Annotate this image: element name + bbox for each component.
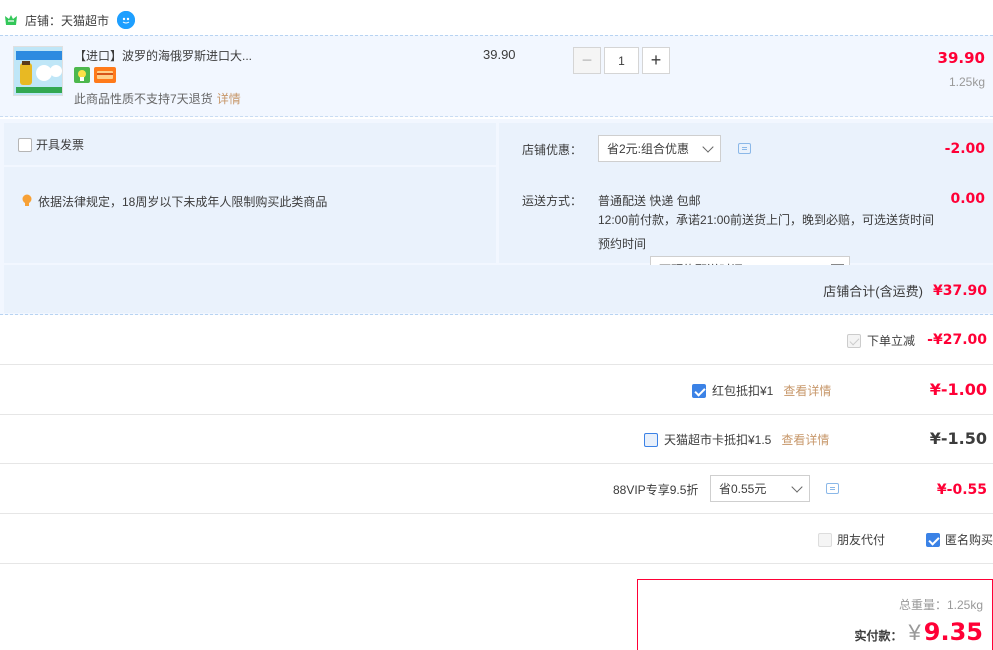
payment-options-row: 朋友代付 匿名购买 xyxy=(0,515,993,564)
vip-discount-chat-icon[interactable] xyxy=(826,483,839,494)
shop-icon xyxy=(4,14,18,26)
return-policy-text: 此商品性质不支持7天退货 xyxy=(74,92,213,106)
shop-name-link[interactable]: 天猫超市 xyxy=(61,14,109,28)
product-thumbnail[interactable] xyxy=(13,46,63,96)
legal-notice: 依据法律规定，18周岁以下未成年人限制购买此类商品 xyxy=(22,193,327,210)
import-badge-icon xyxy=(74,67,90,83)
shop-total-cell: 店铺合计(含运费) ¥37.90 xyxy=(4,265,993,313)
wangwang-chat-icon[interactable] xyxy=(117,11,136,29)
anonymous-label: 匿名购买 xyxy=(945,533,993,547)
invoice-label: 开具发票 xyxy=(36,138,85,152)
actual-payment: 实付款： ¥ 9.35 xyxy=(855,618,983,646)
tmall-card-detail-link[interactable]: 查看详情 xyxy=(781,431,829,448)
quantity-decrease-button[interactable]: − xyxy=(573,47,601,74)
item-weight: 1.25kg xyxy=(948,75,985,89)
currency-symbol: ¥ xyxy=(908,620,921,645)
chevron-down-icon xyxy=(702,141,714,153)
shop-discount-label: 店铺优惠： xyxy=(522,143,583,157)
total-weight-label: 总重量： xyxy=(898,598,947,612)
card-badge-icon xyxy=(94,67,116,83)
shop-header: 店铺：天猫超市 xyxy=(0,8,136,32)
vip-discount-amount: ¥-0.55 xyxy=(936,482,987,498)
shipping-promise: 12:00前付款，承诺21:00前送货上门，晚到必赔，可选送货时间 xyxy=(598,213,935,227)
quantity-increase-button[interactable]: + xyxy=(642,47,670,74)
invoice-cell: 开具发票 xyxy=(4,123,496,165)
total-weight: 总重量：1.25kg xyxy=(899,596,983,613)
red-packet-amount: ¥-1.00 xyxy=(929,380,987,399)
quantity-stepper: − 1 + xyxy=(573,47,670,74)
vip-discount-row: 88VIP专享9.5折 省0.55元 ¥-0.55 xyxy=(0,465,993,514)
instant-discount-checkbox xyxy=(846,333,861,348)
legal-notice-text: 依据法律规定，18周岁以下未成年人限制购买此类商品 xyxy=(38,195,328,209)
friend-pay-checkbox[interactable] xyxy=(818,532,832,547)
vip-discount-label: 88VIP专享9.5折 xyxy=(613,483,699,497)
actual-payment-label: 实付款： xyxy=(854,629,903,643)
shop-total-label: 店铺合计(含运费) xyxy=(823,284,923,299)
instant-discount-row: 下单立减 -¥27.00 xyxy=(0,316,993,365)
lightbulb-icon xyxy=(22,194,32,210)
shop-discount-selected: 省2元:组合优惠 xyxy=(607,142,690,156)
invoice-option[interactable]: 开具发票 xyxy=(18,136,84,153)
tmall-card-row: 天猫超市卡抵扣¥1.5 查看详情 ¥-1.50 xyxy=(0,415,993,464)
shop-label: 店铺： xyxy=(25,13,62,28)
red-packet-row: 红包抵扣¥1 查看详情 ¥-1.00 xyxy=(0,366,993,415)
return-policy-note: 此商品性质不支持7天退货 详情 xyxy=(74,90,241,107)
chevron-down-icon xyxy=(791,481,803,493)
actual-payment-amount: 9.35 xyxy=(923,618,983,646)
return-policy-detail-link[interactable]: 详情 xyxy=(217,92,241,106)
legal-notice-cell: 依据法律规定，18周岁以下未成年人限制购买此类商品 xyxy=(4,167,496,263)
invoice-checkbox[interactable] xyxy=(18,137,32,152)
vip-discount-select[interactable]: 省0.55元 xyxy=(710,475,810,502)
product-title[interactable]: 【进口】波罗的海俄罗斯进口大... xyxy=(74,47,252,64)
red-packet-label: 红包抵扣¥1 xyxy=(712,384,774,398)
cart-item-row: 【进口】波罗的海俄罗斯进口大... 此商品性质不支持7天退货 详情 39.90 −… xyxy=(0,35,993,117)
quantity-input[interactable]: 1 xyxy=(604,47,639,74)
red-packet-detail-link[interactable]: 查看详情 xyxy=(783,382,831,399)
shop-total-amount: ¥37.90 xyxy=(932,282,987,299)
payment-summary-box: 总重量：1.25kg 实付款： ¥ 9.35 xyxy=(637,579,993,650)
total-weight-value: 1.25kg xyxy=(946,598,983,612)
tmall-card-label: 天猫超市卡抵扣¥1.5 xyxy=(664,433,772,447)
shop-discount-chat-icon[interactable] xyxy=(738,143,751,154)
shipping-label: 运送方式： xyxy=(522,194,583,208)
order-options-panel: 开具发票 依据法律规定，18周岁以下未成年人限制购买此类商品 店铺优惠： 省2元… xyxy=(0,119,993,315)
friend-pay-label: 朋友代付 xyxy=(837,533,886,547)
tmall-card-amount: ¥-1.50 xyxy=(929,429,987,448)
delivery-time-label: 预约时间 xyxy=(598,237,647,251)
order-confirm-page: 店铺：天猫超市 【进口】波罗的海俄罗斯进口大... 此商品性质不支持7天退货 详… xyxy=(0,0,993,650)
vip-discount-selected: 省0.55元 xyxy=(719,482,767,496)
shipping-method: 普通配送 快递 包邮 xyxy=(598,194,701,208)
shop-discount-amount: -2.00 xyxy=(944,141,985,157)
instant-discount-amount: -¥27.00 xyxy=(927,332,987,348)
shop-total: 店铺合计(含运费) ¥37.90 xyxy=(823,281,987,300)
shop-discount-shipping-cell: 店铺优惠： 省2元:组合优惠 -2.00 运送方式： 普通配送 快递 包邮 12… xyxy=(499,123,993,283)
shop-discount-select[interactable]: 省2元:组合优惠 xyxy=(598,135,721,162)
unit-price: 39.90 xyxy=(483,47,516,62)
anonymous-checkbox[interactable] xyxy=(926,532,940,547)
red-packet-checkbox[interactable] xyxy=(692,383,706,398)
tmall-card-checkbox[interactable] xyxy=(644,432,658,447)
instant-discount-label: 下单立减 xyxy=(866,334,915,348)
shipping-fee: 0.00 xyxy=(950,191,985,207)
item-total-price: 39.90 xyxy=(937,49,985,67)
